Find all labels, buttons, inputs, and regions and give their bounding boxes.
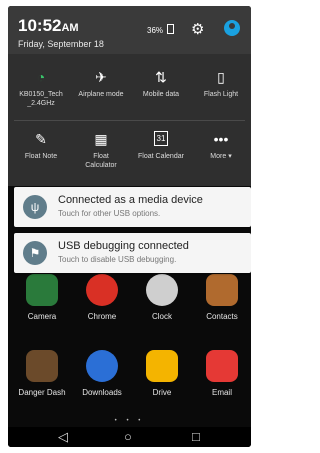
status-header: 10:52AM Friday, September 18 36% ⚙ xyxy=(8,6,251,54)
notification-media-device[interactable]: ψ Connected as a media device Touch for … xyxy=(14,187,251,227)
calendar-day: 31 xyxy=(153,131,169,146)
tile-mobile-data[interactable]: ⇅ Mobile data xyxy=(131,66,191,99)
app-label: Email xyxy=(211,388,232,397)
tile-label: Float Calculator xyxy=(85,153,117,169)
wifi-icon: ◔ xyxy=(36,69,46,85)
notification-usb-debugging[interactable]: ⚑ USB debugging connected Touch to disab… xyxy=(14,233,251,273)
navigation-bar: ◁ ○ □ xyxy=(8,427,251,447)
tile-float-calculator[interactable]: ▦ Float Calculator xyxy=(71,128,131,170)
user-avatar-icon[interactable] xyxy=(224,20,240,36)
tile-float-note[interactable]: ✎ Float Note xyxy=(11,128,71,161)
app-drive[interactable]: Drive xyxy=(134,350,190,397)
app-clock[interactable]: Clock xyxy=(134,274,190,321)
app-camera[interactable]: Camera xyxy=(14,274,70,321)
tile-airplane[interactable]: ✈ Airplane mode xyxy=(71,66,131,99)
email-icon xyxy=(206,350,238,382)
app-label: Danger Dash xyxy=(18,388,66,397)
flashlight-icon: ▯ xyxy=(217,69,225,85)
dropdown-arrow-icon[interactable]: ▾ xyxy=(228,153,232,160)
app-label: Camera xyxy=(27,312,57,321)
drive-icon xyxy=(146,350,178,382)
tile-label: Float Note xyxy=(24,153,58,160)
app-label: Contacts xyxy=(206,312,238,321)
tile-wifi[interactable]: ◔ KB0150_Tech _2.4GHz xyxy=(11,66,71,108)
app-downloads[interactable]: Downloads xyxy=(74,350,130,397)
mobile-data-icon: ⇅ xyxy=(155,69,167,85)
calendar-icon: 31 xyxy=(131,128,191,150)
app-chrome[interactable]: Chrome xyxy=(74,274,130,321)
recents-icon[interactable]: □ xyxy=(192,429,200,445)
tile-label: More ▾ xyxy=(191,152,251,161)
app-danger-dash[interactable]: Danger Dash xyxy=(14,350,70,397)
notification-title: USB debugging connected xyxy=(58,240,189,252)
app-email[interactable]: Email xyxy=(194,350,250,397)
battery-percent: 36% xyxy=(147,26,164,35)
notification-subtitle: Touch to disable USB debugging. xyxy=(58,255,177,264)
back-icon[interactable]: ◁ xyxy=(58,429,68,445)
camera-icon xyxy=(26,274,58,306)
tile-more[interactable]: ••• More ▾ xyxy=(191,128,251,161)
app-label: Clock xyxy=(151,312,172,321)
clock-icon xyxy=(146,274,178,306)
time-value: 10:52 xyxy=(18,16,62,35)
tile-label: Float Calendar xyxy=(138,153,184,160)
tile-float-calendar[interactable]: 31 Float Calendar xyxy=(131,128,191,161)
notification-title: Connected as a media device xyxy=(58,194,203,206)
float-note-icon: ✎ xyxy=(35,131,47,147)
notification-shade: 10:52AM Friday, September 18 36% ⚙ ◔ KB0… xyxy=(8,6,251,186)
divider xyxy=(14,120,245,121)
am-pm: AM xyxy=(61,22,79,34)
danger-dash-icon xyxy=(26,350,58,382)
downloads-icon xyxy=(86,350,118,382)
battery-icon xyxy=(167,24,175,34)
clock-time: 10:52AM xyxy=(18,16,79,36)
tile-label: KB0150_Tech _2.4GHz xyxy=(19,91,63,107)
more-icon: ••• xyxy=(213,131,229,147)
date-text: Friday, September 18 xyxy=(18,39,104,49)
chrome-icon xyxy=(86,274,118,306)
home-icon[interactable]: ○ xyxy=(124,429,132,445)
more-label: More xyxy=(210,153,227,160)
app-contacts[interactable]: Contacts xyxy=(194,274,250,321)
screen: Camera Chrome Clock Contacts Danger Dash… xyxy=(8,6,251,447)
page-indicator: • • • xyxy=(114,418,145,424)
battery-status: 36% xyxy=(147,24,175,35)
tile-label: Airplane mode xyxy=(78,91,124,98)
app-label: Drive xyxy=(152,388,172,397)
tile-label: Mobile data xyxy=(142,91,180,98)
contacts-icon xyxy=(206,274,238,306)
calculator-icon: ▦ xyxy=(94,131,108,147)
usb-icon: ψ xyxy=(23,195,47,219)
airplane-icon: ✈ xyxy=(95,69,107,85)
notification-subtitle: Touch for other USB options. xyxy=(58,209,161,218)
debug-icon: ⚑ xyxy=(23,241,47,265)
tile-label: Flash Light xyxy=(203,91,239,98)
phone-frame: Camera Chrome Clock Contacts Danger Dash… xyxy=(0,0,257,453)
app-label: Chrome xyxy=(87,312,117,321)
gear-icon[interactable]: ⚙ xyxy=(191,20,204,38)
tile-flashlight[interactable]: ▯ Flash Light xyxy=(191,66,251,99)
app-label: Downloads xyxy=(82,388,122,397)
